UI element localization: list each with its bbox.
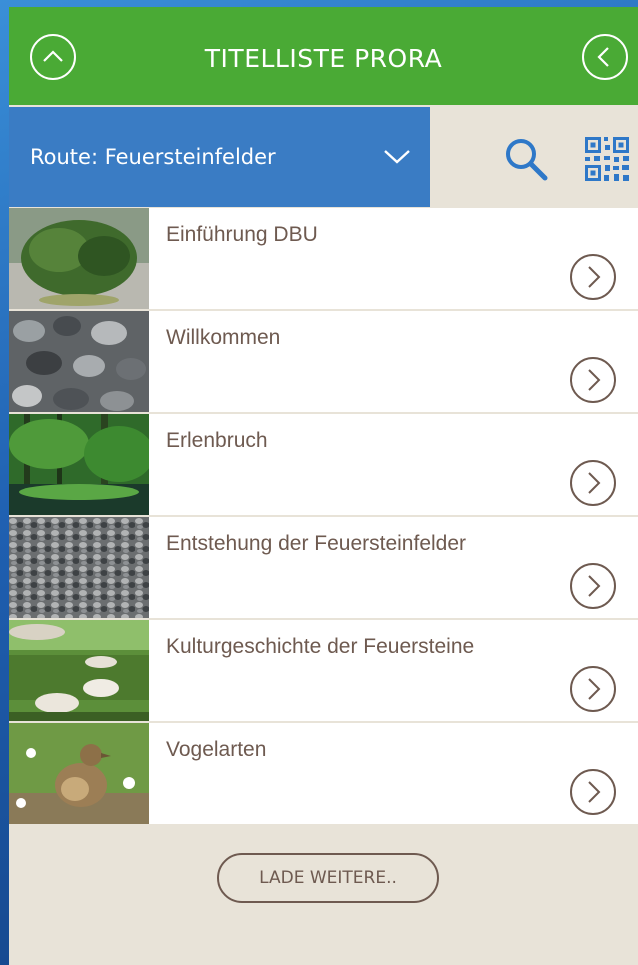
- chevron-left-icon: [597, 47, 609, 67]
- search-icon[interactable]: [504, 137, 548, 181]
- qr-code-icon[interactable]: [585, 137, 629, 181]
- thumbnail-bird: [9, 723, 149, 824]
- list-item-title: Erlenbruch: [166, 429, 268, 452]
- load-more-button[interactable]: LADE WEITERE..: [217, 853, 439, 903]
- list-item-title: Willkommen: [166, 326, 281, 349]
- list-item-title: Kulturgeschichte der Feuersteine: [166, 635, 475, 658]
- route-bar: Route: Feuersteinfelder: [9, 107, 638, 207]
- thumbnail-fungi: [9, 620, 149, 721]
- list-item-title: Entstehung der Feuersteinfelder: [166, 532, 467, 555]
- route-label: Route: Feuersteinfelder: [30, 145, 276, 169]
- chevron-right-circle-icon[interactable]: [569, 253, 617, 301]
- chevron-right-circle-icon[interactable]: [569, 356, 617, 404]
- chevron-right-circle-icon[interactable]: [569, 459, 617, 507]
- list-item[interactable]: Willkommen: [9, 311, 638, 414]
- chevron-down-icon: [384, 150, 410, 164]
- top-bar: TITELLISTE PRORA: [9, 7, 638, 107]
- list-item-title: Vogelarten: [166, 738, 267, 761]
- chevron-right-circle-icon[interactable]: [569, 562, 617, 610]
- list-item[interactable]: Vogelarten: [9, 723, 638, 826]
- route-dropdown[interactable]: Route: Feuersteinfelder: [9, 107, 430, 207]
- app-screen: TITELLISTE PRORA Route: Feuersteinfelder: [9, 7, 638, 965]
- chevron-right-circle-icon[interactable]: [569, 768, 617, 816]
- chevron-right-circle-icon[interactable]: [569, 665, 617, 713]
- title-list: Einführung DBU Willkommen Erlenbruch Ent…: [9, 208, 638, 826]
- thumbnail-forest: [9, 414, 149, 515]
- page-title: TITELLISTE PRORA: [204, 44, 443, 73]
- list-item[interactable]: Erlenbruch: [9, 414, 638, 517]
- thumbnail-shrub: [9, 208, 149, 309]
- thumbnail-stones: [9, 311, 149, 412]
- list-item-title: Einführung DBU: [166, 223, 318, 246]
- back-button[interactable]: [582, 34, 628, 80]
- list-item[interactable]: Kulturgeschichte der Feuersteine: [9, 620, 638, 723]
- list-item[interactable]: Entstehung der Feuersteinfelder: [9, 517, 638, 620]
- thumbnail-gravel: [9, 517, 149, 618]
- list-item[interactable]: Einführung DBU: [9, 208, 638, 311]
